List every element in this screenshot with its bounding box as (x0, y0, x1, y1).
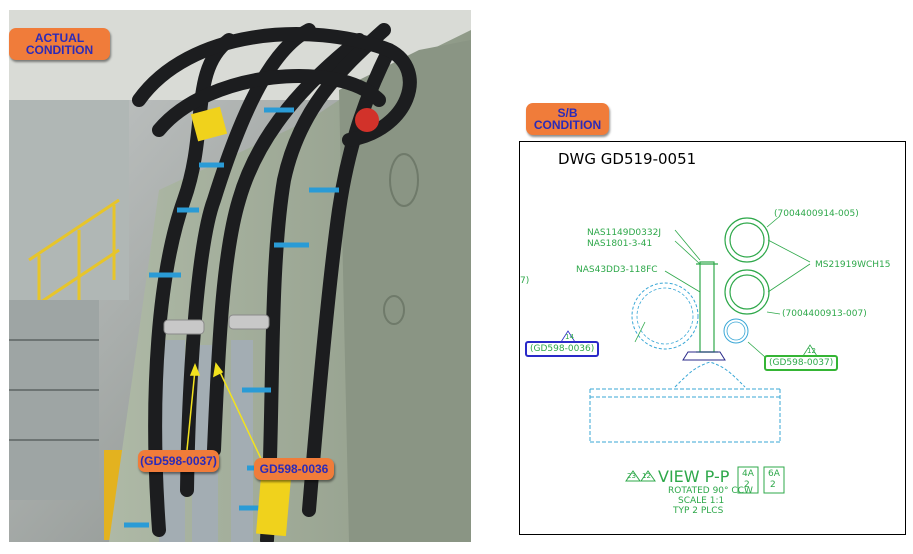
actual-condition-photo (9, 10, 471, 542)
ref-box-2-top: 6A (768, 469, 780, 479)
gd598-0036-photo-callout: GD598-0036 (254, 458, 334, 480)
gd598-0037-photo-callout: (GD598-0037) (138, 450, 219, 472)
view-title: VIEW P-P (658, 467, 730, 486)
triangle-12-label: 12 (807, 347, 816, 355)
part-label-7004400914: (7004400914-005) (774, 209, 859, 219)
view-triangle-12: 12 (642, 472, 651, 480)
part-label-ms21919: MS21919WCH15 (815, 260, 891, 270)
view-typ-note: TYP 2 PLCS (673, 506, 724, 516)
ref-box-1-bottom: 2 (744, 480, 750, 490)
part-label-nas43: NAS43DD3-118FC (576, 265, 658, 275)
cut-label: 7) (520, 276, 530, 286)
view-rotation-note: ROTATED 90° CCW (668, 486, 753, 496)
part-label-nas1149: NAS1149D0332J (587, 228, 661, 238)
sb-condition-callout: S/B CONDITION (526, 103, 609, 135)
gd598-0037-drawing-label: (GD598-0037) (764, 355, 839, 371)
view-scale-note: SCALE 1:1 (678, 496, 725, 506)
actual-condition-callout: ACTUAL CONDITION (9, 28, 110, 60)
view-triangle-23: 23 (627, 472, 636, 480)
drawing-frame: DWG GD519-0051 (7004400914-005) (7004400… (519, 141, 906, 535)
ref-box-2-bottom: 2 (770, 480, 776, 490)
harness-photo-illustration (9, 10, 471, 542)
triangle-14-label: 14 (565, 333, 574, 341)
gd598-0036-drawing-label: (GD598-0036) (525, 341, 600, 357)
part-label-nas1801: NAS1801-3-41 (587, 239, 653, 249)
part-label-7004400913: (7004400913-007) (782, 309, 867, 319)
ref-box-1-top: 4A (742, 469, 754, 479)
